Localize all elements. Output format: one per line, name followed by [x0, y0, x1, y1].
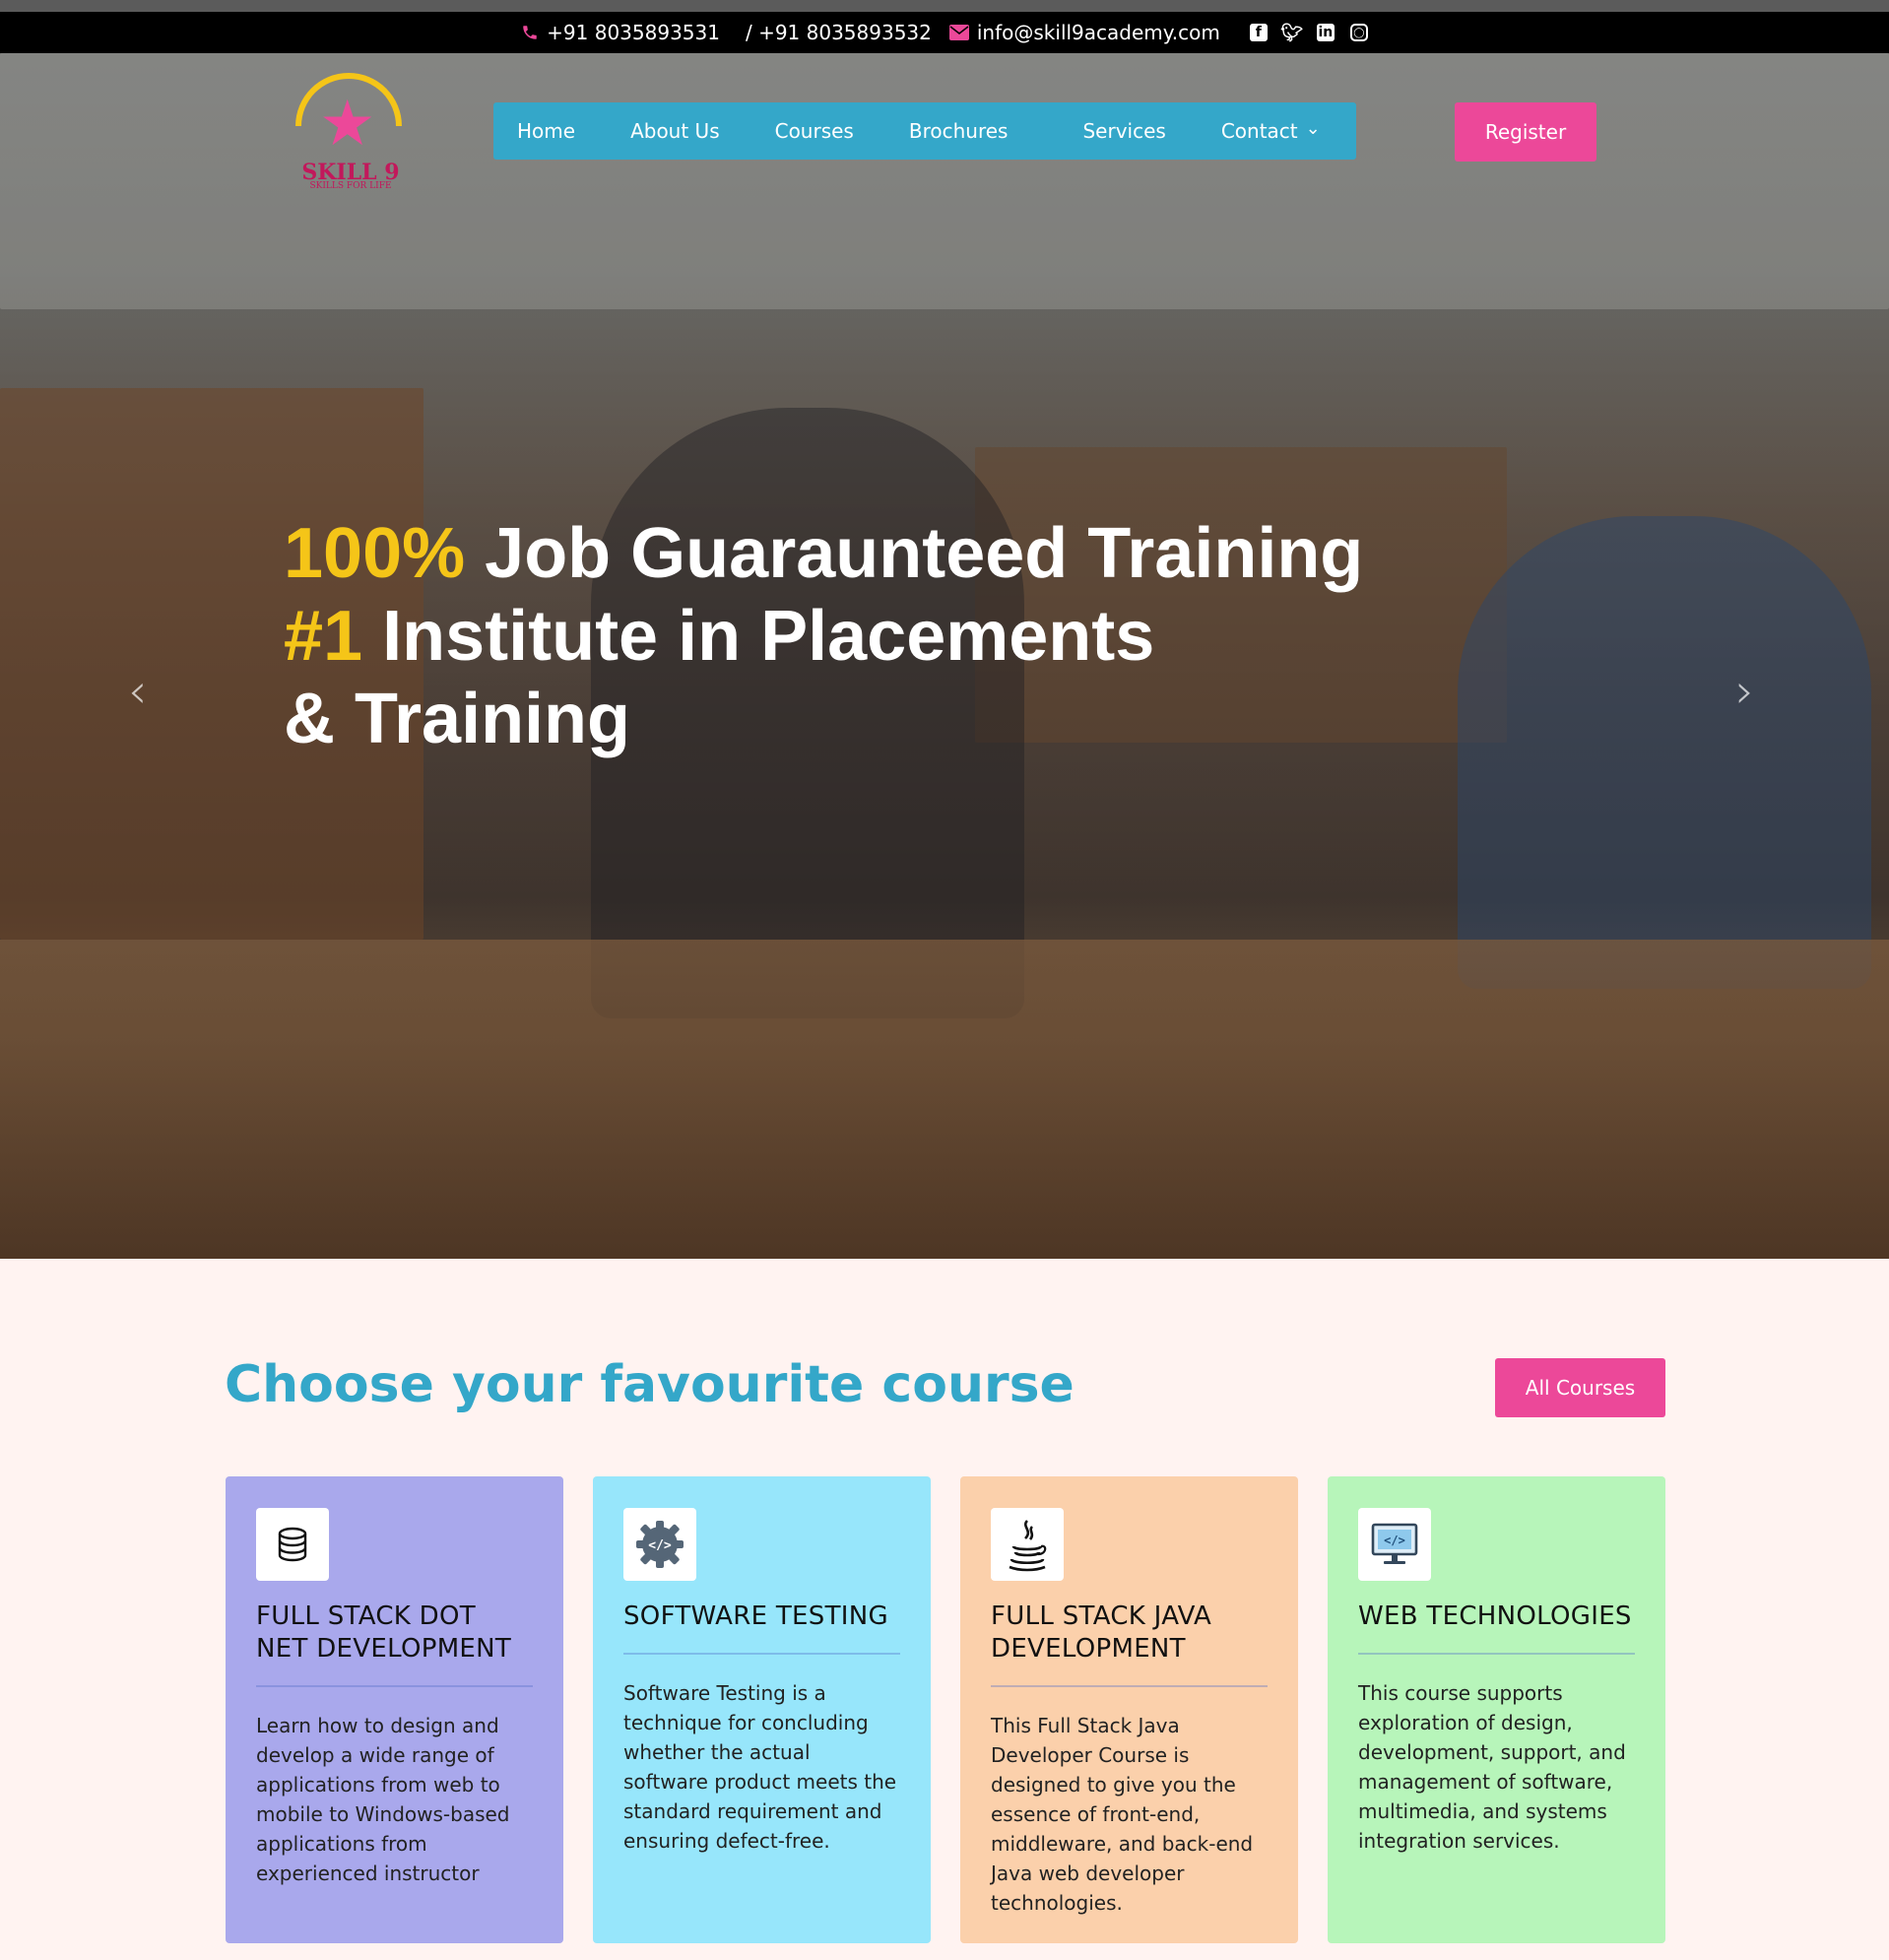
site-logo[interactable]: ★ SKILL 9 SKILLS FOR LIFE: [292, 69, 406, 197]
hero-bg-desk: [0, 940, 1889, 1259]
course-title[interactable]: WEB TECHNOLOGIES: [1358, 1601, 1635, 1633]
main-navigation: Home About Us Courses Brochures Services…: [493, 102, 1356, 160]
envelope-icon: [948, 25, 969, 40]
phone-contact[interactable]: +91 8035893531: [521, 21, 720, 44]
facebook-icon[interactable]: f: [1249, 24, 1268, 41]
course-icon-box: [256, 1508, 329, 1581]
hero-line-1-highlight: 100%: [284, 514, 466, 593]
hero-headline: 100% Job Guaraunteed Training #1 Institu…: [284, 512, 1363, 760]
course-card-software-testing[interactable]: </> SOFTWARE TESTING Software Testing is…: [593, 1476, 931, 1943]
course-divider: [623, 1653, 900, 1655]
nav-brochures[interactable]: Brochures: [909, 119, 1009, 143]
nav-about-us[interactable]: About Us: [630, 119, 720, 143]
nav-courses[interactable]: Courses: [775, 119, 854, 143]
logo-tagline: SKILLS FOR LIFE: [309, 181, 392, 191]
hero-line-2-text: Institute in Placements: [362, 597, 1155, 676]
twitter-icon[interactable]: 🐦︎: [1280, 23, 1303, 43]
hero-line-3: & Training: [284, 680, 631, 758]
linkedin-icon[interactable]: in: [1316, 24, 1335, 41]
course-card-web-technologies[interactable]: </> WEB TECHNOLOGIES This course support…: [1328, 1476, 1665, 1943]
course-description: This course supports exploration of desi…: [1358, 1681, 1626, 1853]
contact-bar: +91 8035893531 / +91 8035893532 info@ski…: [0, 12, 1889, 53]
phone-icon: [523, 26, 537, 39]
course-description: Software Testing is a technique for conc…: [623, 1681, 897, 1853]
hero-line-2: #1 Institute in Placements: [284, 595, 1363, 678]
register-button[interactable]: Register: [1455, 102, 1596, 162]
course-divider: [991, 1685, 1268, 1687]
course-card-dotnet[interactable]: FULL STACK DOT NET DEVELOPMENT Learn how…: [226, 1476, 563, 1943]
email-address[interactable]: info@skill9academy.com: [977, 21, 1220, 44]
phone-number-1[interactable]: +91 8035893531: [547, 21, 720, 44]
social-links: f 🐦︎ in ◯: [1249, 23, 1368, 43]
course-description: Learn how to design and develop a wide r…: [256, 1714, 510, 1885]
email-contact[interactable]: info@skill9academy.com: [948, 21, 1220, 44]
svg-text:</>: </>: [648, 1538, 672, 1553]
java-icon: [1009, 1520, 1047, 1572]
code-gear-icon: </>: [636, 1521, 684, 1568]
course-icon-box: [991, 1508, 1064, 1581]
database-icon: [278, 1527, 307, 1562]
course-card-java[interactable]: FULL STACK JAVA DEVELOPMENT This Full St…: [960, 1476, 1298, 1943]
course-cards: FULL STACK DOT NET DEVELOPMENT Learn how…: [226, 1476, 1665, 1943]
carousel-next-arrow[interactable]: ›: [1735, 664, 1754, 719]
phone-number-2[interactable]: / +91 8035893532: [746, 21, 932, 44]
hero-bg-student-right: [1458, 516, 1871, 989]
course-title[interactable]: SOFTWARE TESTING: [623, 1601, 900, 1633]
svg-text:</>: </>: [1384, 1534, 1405, 1547]
course-title[interactable]: FULL STACK DOT NET DEVELOPMENT: [256, 1601, 533, 1666]
star-icon: ★: [319, 88, 376, 161]
carousel-prev-arrow[interactable]: ‹: [128, 664, 147, 719]
nav-home[interactable]: Home: [517, 119, 575, 143]
hero-line-2-highlight: #1: [284, 597, 363, 676]
course-icon-box: </>: [623, 1508, 696, 1581]
course-title[interactable]: FULL STACK JAVA DEVELOPMENT: [991, 1601, 1268, 1666]
hero-line-1: 100% Job Guaraunteed Training: [284, 512, 1363, 595]
all-courses-button[interactable]: All Courses: [1495, 1358, 1665, 1417]
hero-bg-window: [0, 53, 1889, 309]
courses-section-title: Choose your favourite course: [225, 1355, 1075, 1414]
hero-line-1-text: Job Guaraunteed Training: [465, 514, 1364, 593]
course-icon-box: </>: [1358, 1508, 1431, 1581]
course-divider: [256, 1685, 533, 1687]
monitor-code-icon: </>: [1371, 1523, 1418, 1564]
course-divider: [1358, 1653, 1635, 1655]
nav-contact-dropdown[interactable]: Contact: [1221, 119, 1321, 143]
nav-services[interactable]: Services: [1082, 119, 1165, 143]
course-description: This Full Stack Java Developer Course is…: [991, 1714, 1254, 1915]
instagram-icon[interactable]: ◯: [1349, 24, 1368, 41]
browser-top-strip: [0, 0, 1889, 12]
